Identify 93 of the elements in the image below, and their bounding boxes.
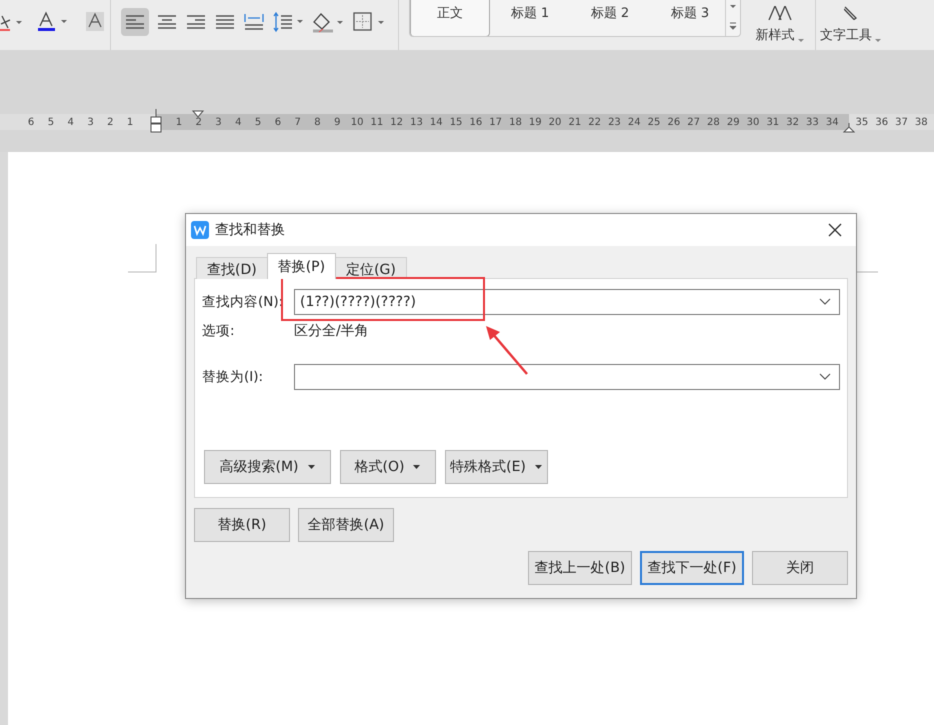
option-button[interactable]: 特殊格式(E) [445, 450, 548, 484]
style-preset[interactable]: 标题 1 [490, 0, 570, 36]
ruler-number: 4 [66, 116, 75, 128]
ruler-number: 2 [106, 116, 114, 128]
right-indent-icon[interactable] [843, 122, 855, 134]
style-preset[interactable]: 正文 [410, 0, 490, 36]
ruler-number: 28 [706, 116, 721, 128]
ruler-number: 18 [508, 116, 523, 128]
ruler-number: 15 [448, 116, 464, 128]
dropdown-icon[interactable] [819, 298, 831, 306]
dropdown-icon[interactable] [819, 373, 831, 381]
caret-icon [796, 38, 804, 44]
ruler-number: 27 [686, 116, 701, 128]
ruler-number: 9 [333, 116, 342, 128]
ruler-number: 29 [726, 116, 741, 128]
ruler-number: 11 [370, 116, 384, 128]
ruler-number: 1 [126, 116, 134, 128]
character-shading-icon[interactable] [86, 11, 106, 33]
style-label: 正文 [437, 5, 463, 22]
dialog-button[interactable]: 关闭 [752, 551, 848, 585]
distribute-icon[interactable] [243, 11, 265, 33]
ruler-number: 12 [389, 116, 404, 128]
line-spacing-icon[interactable] [272, 11, 304, 33]
ruler-number: 1 [174, 116, 184, 128]
ruler-number: 3 [214, 116, 223, 128]
close-icon[interactable] [828, 223, 842, 237]
indent-marker-icon[interactable] [150, 108, 162, 134]
style-label: 标题 1 [510, 5, 550, 22]
align-left-icon[interactable] [121, 8, 149, 36]
caret-icon [874, 38, 882, 44]
ribbon-button[interactable]: 文字工具 [816, 0, 886, 44]
ruler-number: 5 [254, 116, 262, 128]
ruler-number: 32 [785, 116, 800, 128]
ruler-number: 13 [409, 116, 424, 128]
ruler-number: 10 [350, 116, 364, 128]
dialog-button[interactable]: 查找上一处(B) [528, 551, 632, 585]
style-label: 标题 3 [670, 5, 710, 22]
find-field[interactable]: (1??)(????)(????) [294, 289, 840, 315]
caret-icon [412, 464, 422, 470]
ruler-number: 19 [528, 116, 543, 128]
ruler-number: 26 [666, 116, 682, 128]
style-preset[interactable]: 标题 2 [570, 0, 650, 36]
ruler-number: 23 [607, 116, 622, 128]
ruler-number: 30 [746, 116, 760, 128]
ruler-number: 7 [293, 116, 302, 128]
borders-icon[interactable] [352, 11, 386, 33]
ruler-number: 21 [567, 116, 582, 128]
find-label: 查找内容(N): [202, 293, 284, 311]
first-line-indent-icon[interactable] [192, 110, 204, 118]
dialog-tab[interactable]: 替换(P) [266, 253, 336, 279]
options-value: 区分全/半角 [294, 322, 369, 340]
style-label: 标题 2 [590, 5, 630, 22]
replace-label: 替换为(I): [202, 368, 264, 386]
tools-icon [844, 6, 858, 20]
dialog-tab[interactable]: 定位(G) [335, 257, 407, 279]
ruler-number: 8 [313, 116, 322, 128]
ruler-number: 33 [805, 116, 820, 128]
ruler-number: 22 [587, 116, 602, 128]
ruler-number: 20 [548, 116, 562, 128]
app-logo-icon [191, 221, 209, 239]
ruler-number: 17 [488, 116, 504, 128]
dialog-tab[interactable]: 查找(D) [196, 257, 268, 279]
style-preset[interactable]: 标题 3 [650, 0, 730, 36]
ruler-number: 6 [26, 116, 36, 128]
ruler-number: 16 [468, 116, 484, 128]
option-button[interactable]: 格式(O) [340, 450, 436, 484]
replace-field[interactable] [294, 364, 840, 390]
ruler-number: 5 [46, 116, 56, 128]
ribbon-button[interactable]: 新样式 [745, 0, 815, 44]
ruler-number: 24 [626, 116, 642, 128]
caret-icon [534, 464, 543, 470]
ruler-number: 36 [874, 116, 890, 128]
ruler-number: 34 [824, 116, 840, 128]
margin-corner-mark [128, 244, 158, 274]
options-label: 选项: [202, 322, 236, 340]
ruler-number: 25 [646, 116, 662, 128]
ruler-number: 37 [894, 116, 909, 128]
option-button[interactable]: 高级搜索(M) [204, 450, 331, 484]
more-styles-icon[interactable] [727, 20, 739, 32]
pointer-arrow [484, 324, 530, 376]
ruler-number: 6 [274, 116, 282, 128]
dialog-title: 查找和替换 [215, 221, 285, 239]
ruler-number: 35 [854, 116, 870, 128]
ruler-number: 4 [234, 116, 242, 128]
dialog-button[interactable]: 查找下一处(F) [640, 551, 744, 585]
ruler-number: 2 [194, 116, 203, 128]
ruler-number: 3 [86, 116, 95, 128]
replace-button[interactable]: 全部替换(A) [298, 508, 394, 542]
caret-icon [306, 464, 316, 470]
replace-button[interactable]: 替换(R) [194, 508, 290, 542]
ruler-number: 38 [914, 116, 929, 128]
ruler-number: 14 [428, 116, 444, 128]
ruler-number: 31 [765, 116, 780, 128]
